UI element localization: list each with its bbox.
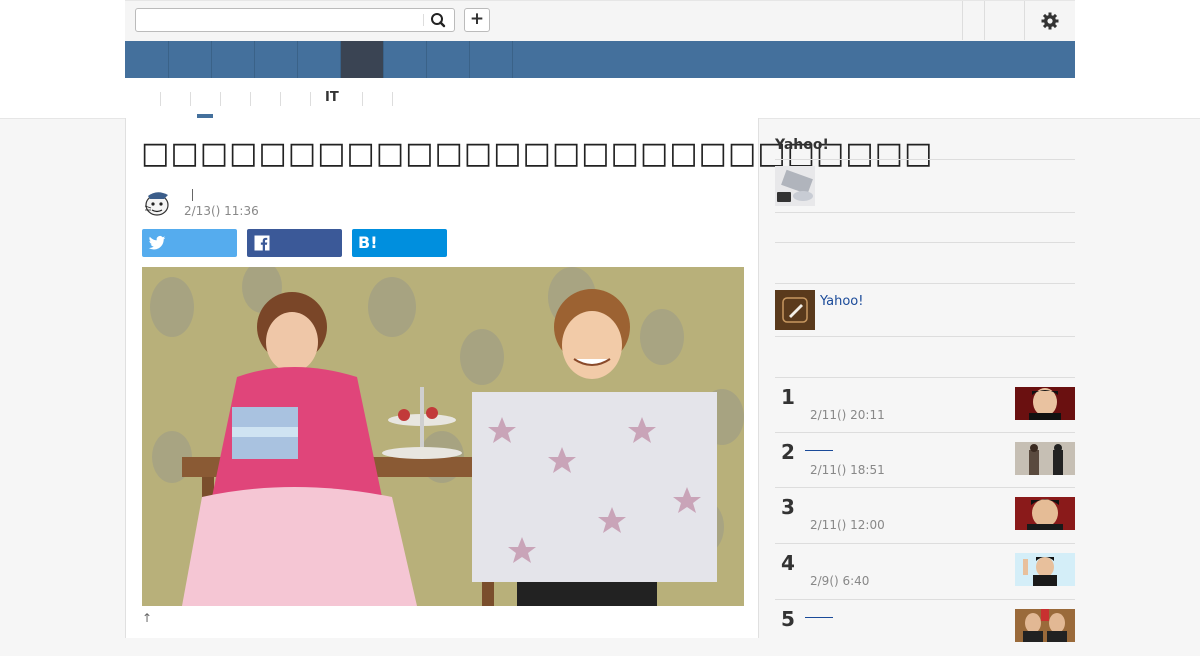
nav-item[interactable] bbox=[125, 41, 169, 78]
divider bbox=[775, 159, 1075, 160]
rank-number: 3 bbox=[781, 495, 795, 519]
subnav-tab[interactable] bbox=[310, 92, 311, 106]
nav-item[interactable] bbox=[212, 41, 255, 78]
rank-thumbnail bbox=[1015, 497, 1075, 530]
main-nav bbox=[125, 41, 1075, 78]
divider bbox=[775, 283, 1075, 284]
rank-new-marker bbox=[805, 617, 833, 618]
add-button[interactable]: + bbox=[464, 8, 490, 32]
ranking-item[interactable]: 5 bbox=[775, 601, 1075, 656]
nav-item[interactable] bbox=[255, 41, 298, 78]
rank-number: 2 bbox=[781, 440, 795, 464]
rank-time: 2/11() 20:11 bbox=[810, 408, 885, 422]
subnav-tab-it[interactable]: IT bbox=[325, 90, 339, 105]
rank-thumbnail bbox=[1015, 387, 1075, 420]
divider bbox=[775, 543, 1075, 544]
ranking-item[interactable]: 2 2/11() 18:51 bbox=[775, 434, 1075, 489]
subnav-tab[interactable] bbox=[220, 92, 221, 106]
header-bar: + bbox=[125, 0, 1075, 41]
nav-item[interactable] bbox=[298, 41, 341, 78]
pen-icon[interactable] bbox=[775, 290, 815, 330]
rank-new-marker bbox=[805, 450, 833, 451]
search-box bbox=[135, 8, 455, 32]
rank-thumbnail bbox=[1015, 553, 1075, 586]
subnav-tab[interactable] bbox=[280, 92, 281, 106]
nav-item[interactable] bbox=[470, 41, 513, 78]
rank-time: 2/11() 12:00 bbox=[810, 518, 885, 532]
facebook-icon bbox=[254, 235, 270, 251]
divider bbox=[775, 487, 1075, 488]
header-divider bbox=[962, 1, 963, 40]
share-hatena-button[interactable]: B! bbox=[352, 229, 447, 257]
sub-nav bbox=[125, 78, 1075, 118]
article: □□□□□□□□□□□□□□□□□□□□□□□□□□□ 2/13() 11:36… bbox=[125, 118, 932, 638]
subnav-tab[interactable] bbox=[250, 92, 251, 106]
author-avatar[interactable] bbox=[142, 188, 172, 218]
search-icon bbox=[431, 13, 446, 28]
rank-number: 4 bbox=[781, 551, 795, 575]
divider bbox=[775, 336, 1075, 337]
ranking-item[interactable]: 1 2/11() 20:11 bbox=[775, 379, 1075, 434]
sidebar-title: Yahoo! bbox=[775, 137, 829, 153]
nav-item[interactable] bbox=[384, 41, 427, 78]
gear-icon bbox=[1041, 12, 1059, 30]
sidebar-link[interactable]: Yahoo! bbox=[820, 294, 863, 309]
divider bbox=[775, 212, 1075, 213]
settings-button[interactable] bbox=[1040, 11, 1060, 31]
subnav-tab[interactable] bbox=[160, 92, 161, 106]
divider bbox=[775, 432, 1075, 433]
divider bbox=[775, 377, 1075, 378]
divider bbox=[775, 599, 1075, 600]
news-thumbnail[interactable] bbox=[775, 166, 815, 206]
rank-thumbnail bbox=[1015, 442, 1075, 475]
twitter-icon bbox=[148, 235, 166, 250]
article-date: 2/13() 11:36 bbox=[184, 204, 259, 218]
rank-time: 2/11() 18:51 bbox=[810, 463, 885, 477]
share-facebook-button[interactable] bbox=[247, 229, 342, 257]
divider bbox=[775, 242, 1075, 243]
rank-number: 1 bbox=[781, 385, 795, 409]
rank-number: 5 bbox=[781, 607, 795, 631]
search-input[interactable] bbox=[138, 11, 424, 31]
article-photo bbox=[142, 267, 744, 606]
header-divider bbox=[984, 1, 985, 40]
rank-time: 2/9() 6:40 bbox=[810, 574, 870, 588]
subnav-tab[interactable] bbox=[362, 92, 363, 106]
search-button[interactable] bbox=[424, 10, 452, 30]
photo-caption: ↑ bbox=[142, 611, 153, 625]
subnav-tab[interactable] bbox=[190, 92, 191, 106]
ranking-item[interactable]: 3 2/11() 12:00 bbox=[775, 489, 1075, 544]
nav-item[interactable] bbox=[427, 41, 470, 78]
header-divider bbox=[1024, 1, 1025, 40]
author-separator bbox=[192, 189, 193, 201]
ranking-item[interactable]: 4 2/9() 6:40 bbox=[775, 545, 1075, 600]
hatena-icon: B! bbox=[358, 233, 378, 252]
nav-item-active[interactable] bbox=[341, 41, 384, 78]
nav-item[interactable] bbox=[169, 41, 212, 78]
subnav-tab[interactable] bbox=[392, 92, 393, 106]
rank-thumbnail bbox=[1015, 609, 1075, 642]
share-twitter-button[interactable] bbox=[142, 229, 237, 257]
